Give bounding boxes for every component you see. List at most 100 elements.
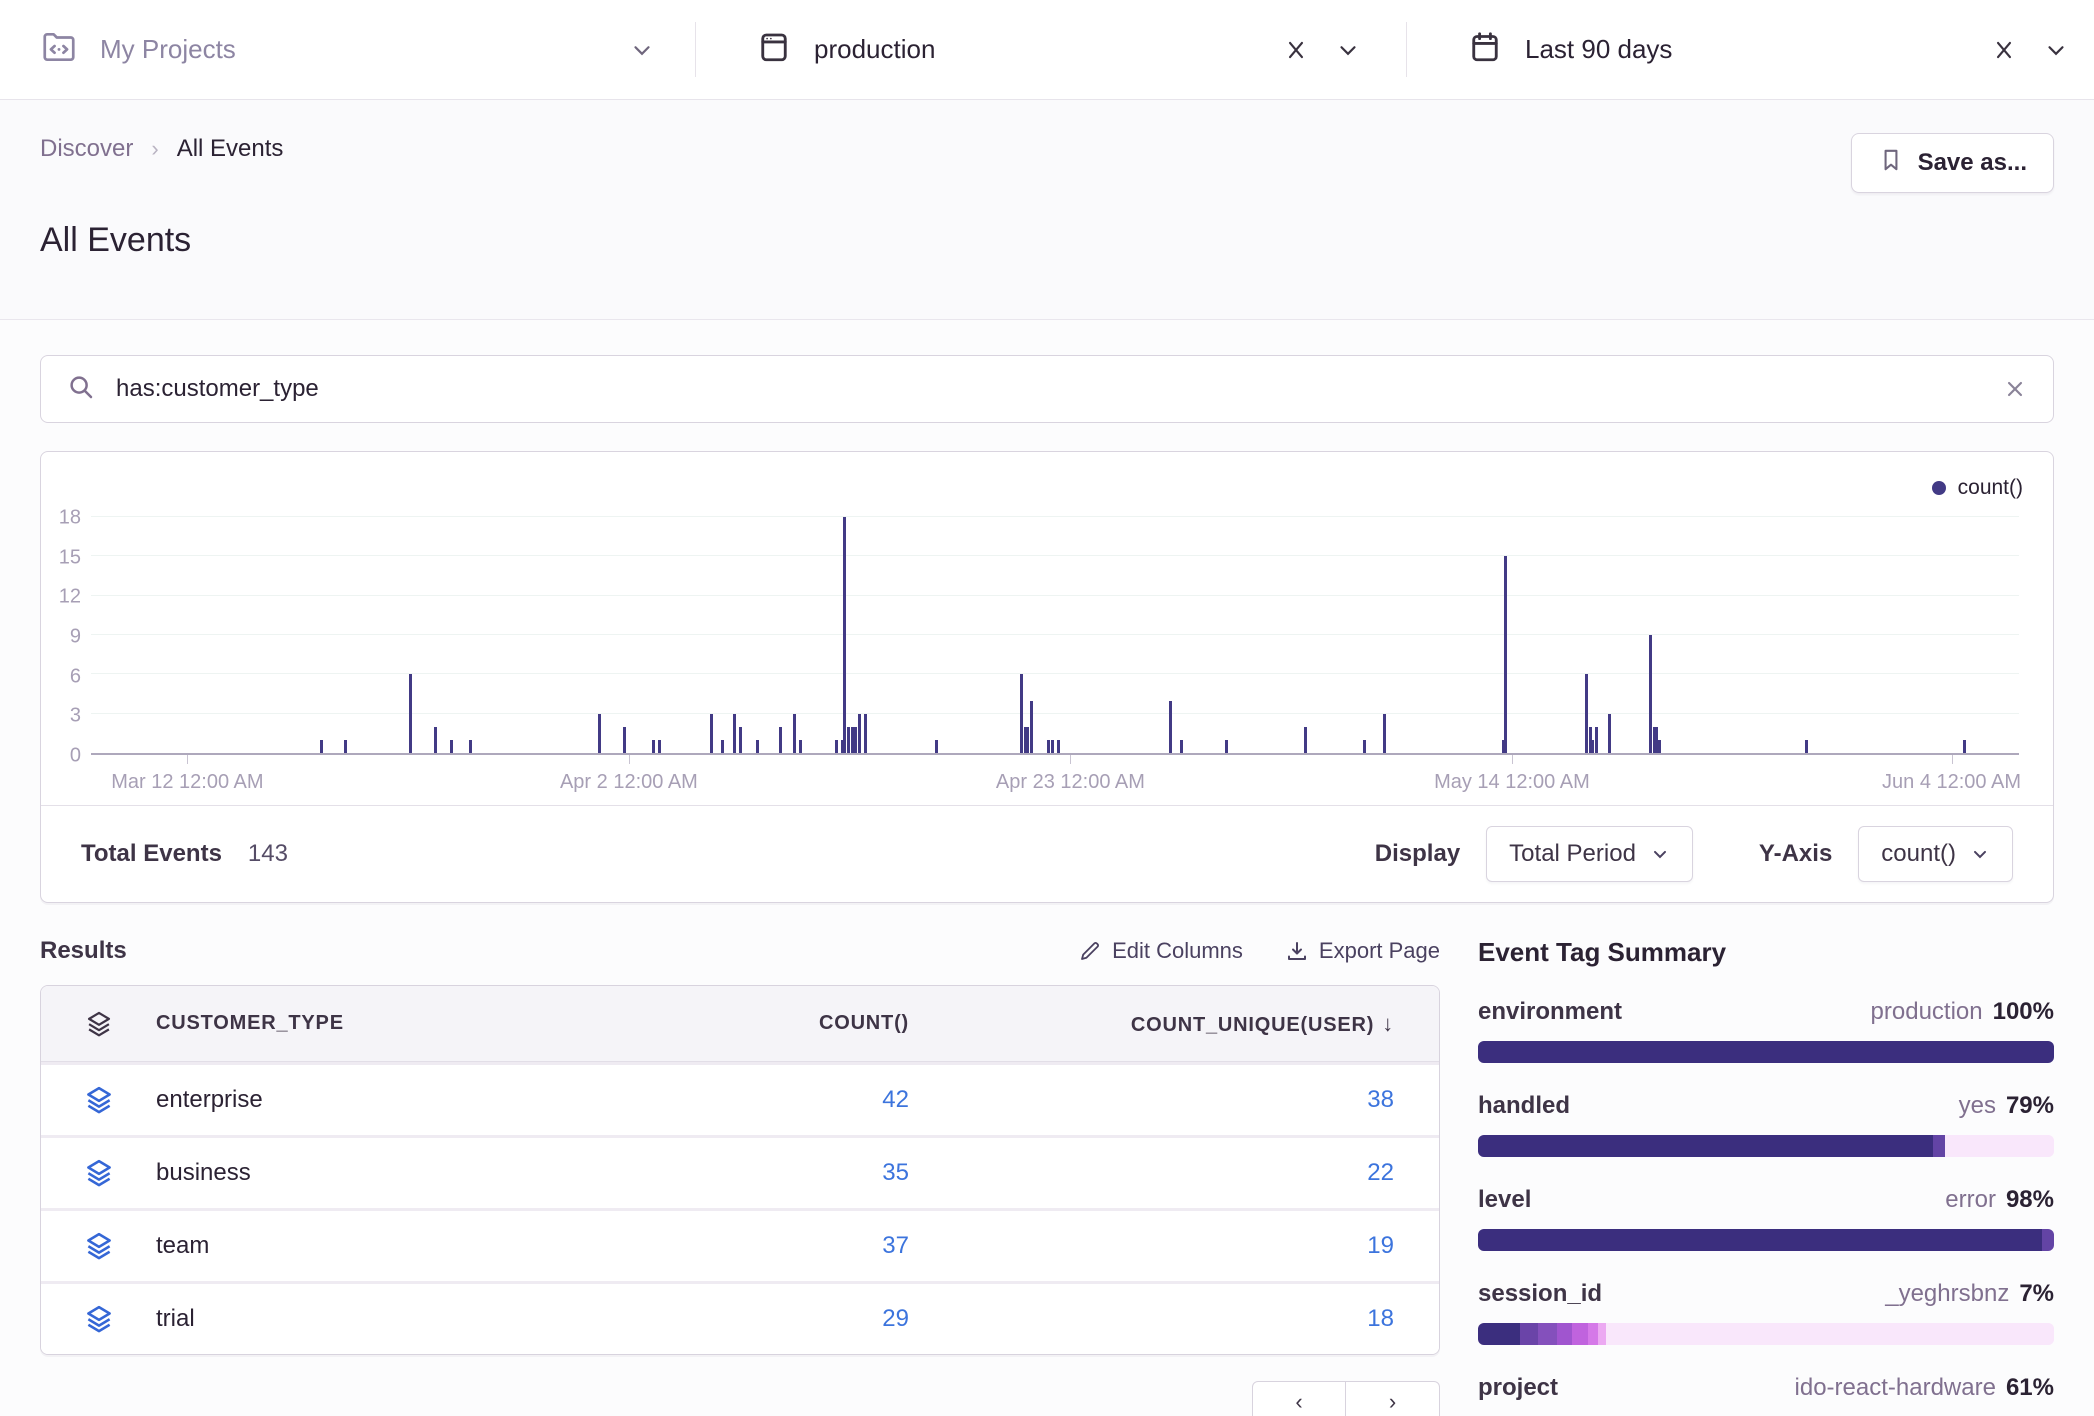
chart-bar[interactable] bbox=[1585, 674, 1588, 753]
project-chevron-down-icon[interactable] bbox=[629, 37, 655, 63]
chart-bar[interactable] bbox=[1169, 701, 1172, 753]
table-row[interactable]: team3719 bbox=[41, 1208, 1439, 1281]
export-page-button[interactable]: Export Page bbox=[1285, 938, 1440, 964]
display-dropdown[interactable]: Total Period bbox=[1486, 826, 1693, 882]
chart-bar[interactable] bbox=[793, 714, 796, 753]
chart-bar[interactable] bbox=[1608, 714, 1611, 753]
chart-plot[interactable] bbox=[91, 504, 2019, 755]
chart-bar[interactable] bbox=[1051, 740, 1054, 753]
chart-bar[interactable] bbox=[469, 740, 472, 753]
chart-bar[interactable] bbox=[1383, 714, 1386, 753]
chart-bar[interactable] bbox=[935, 740, 938, 753]
column-header-customer-type[interactable]: CUSTOMER_TYPE bbox=[156, 1012, 594, 1035]
tag-bar-segment[interactable] bbox=[1945, 1135, 2054, 1157]
cell-count[interactable]: 35 bbox=[594, 1159, 954, 1187]
tag-bar-segment[interactable] bbox=[2042, 1229, 2054, 1251]
breadcrumb-discover-link[interactable]: Discover bbox=[40, 135, 133, 163]
tag-bar-segment[interactable] bbox=[1478, 1323, 1520, 1345]
chart-bar[interactable] bbox=[1026, 727, 1029, 753]
yaxis-dropdown[interactable]: count() bbox=[1858, 826, 2013, 882]
chart-bar[interactable] bbox=[1805, 740, 1808, 753]
chart-bar[interactable] bbox=[799, 740, 802, 753]
chart-bar[interactable] bbox=[598, 714, 601, 753]
tag-distribution-bar[interactable] bbox=[1478, 1041, 2054, 1063]
tag-bar-segment[interactable] bbox=[1478, 1041, 2054, 1063]
chart-bar[interactable] bbox=[739, 727, 742, 753]
chart-bar[interactable] bbox=[851, 727, 854, 753]
tag-bar-segment[interactable] bbox=[1933, 1135, 1945, 1157]
chart-bar[interactable] bbox=[858, 714, 861, 753]
table-row[interactable]: business3522 bbox=[41, 1135, 1439, 1208]
tag-bar-segment[interactable] bbox=[1557, 1323, 1573, 1345]
tag-bar-segment[interactable] bbox=[1520, 1323, 1538, 1345]
chart-bar[interactable] bbox=[1304, 727, 1307, 753]
chart-bar[interactable] bbox=[1047, 740, 1050, 753]
pagination-next-button[interactable]: › bbox=[1346, 1381, 1440, 1416]
chart-bar[interactable] bbox=[1020, 674, 1023, 753]
column-header-count-unique-user[interactable]: COUNT_UNIQUE(USER)↓ bbox=[954, 1011, 1439, 1037]
cell-count[interactable]: 42 bbox=[594, 1086, 954, 1114]
chart-bar[interactable] bbox=[756, 740, 759, 753]
chart-bar[interactable] bbox=[733, 714, 736, 753]
search-clear-icon[interactable] bbox=[2002, 376, 2028, 402]
search-input[interactable] bbox=[116, 375, 1982, 403]
chart-legend[interactable]: count() bbox=[41, 452, 2053, 504]
table-row[interactable]: enterprise4238 bbox=[41, 1062, 1439, 1135]
tag-bar-segment[interactable] bbox=[1606, 1323, 2054, 1345]
pagination-prev-button[interactable]: ‹ bbox=[1252, 1381, 1346, 1416]
tag-bar-segment[interactable] bbox=[1588, 1323, 1598, 1345]
tag-bar-segment[interactable] bbox=[1598, 1323, 1606, 1345]
chart-bar[interactable] bbox=[710, 714, 713, 753]
project-selector[interactable]: My Projects bbox=[0, 0, 695, 99]
chart-bar[interactable] bbox=[835, 740, 838, 753]
cell-count-unique-user[interactable]: 22 bbox=[954, 1159, 1439, 1187]
environment-chevron-down-icon[interactable] bbox=[1335, 37, 1361, 63]
edit-columns-button[interactable]: Edit Columns bbox=[1078, 938, 1243, 964]
chart-bar[interactable] bbox=[721, 740, 724, 753]
tag-bar-segment[interactable] bbox=[1538, 1323, 1556, 1345]
tag-bar-segment[interactable] bbox=[1478, 1229, 2042, 1251]
chart-bar[interactable] bbox=[779, 727, 782, 753]
chart-bar[interactable] bbox=[1225, 740, 1228, 753]
chart-bar[interactable] bbox=[1363, 740, 1366, 753]
chart-bar[interactable] bbox=[652, 740, 655, 753]
chart-bar[interactable] bbox=[1649, 635, 1652, 753]
chart-bar[interactable] bbox=[1591, 740, 1594, 753]
chart-bar[interactable] bbox=[1655, 727, 1658, 753]
table-row[interactable]: trial2918 bbox=[41, 1281, 1439, 1354]
chart-bar[interactable] bbox=[1504, 556, 1507, 753]
environment-selector[interactable]: production bbox=[696, 0, 1406, 99]
chart-bar[interactable] bbox=[847, 727, 850, 753]
tag-distribution-bar[interactable] bbox=[1478, 1229, 2054, 1251]
chart-bar[interactable] bbox=[450, 740, 453, 753]
save-as-button[interactable]: Save as... bbox=[1851, 133, 2054, 193]
chart-bar[interactable] bbox=[409, 674, 412, 753]
chart-bar[interactable] bbox=[864, 714, 867, 753]
column-header-count[interactable]: COUNT() bbox=[594, 1012, 954, 1035]
tag-bar-segment[interactable] bbox=[1572, 1323, 1588, 1345]
tag-distribution-bar[interactable] bbox=[1478, 1323, 2054, 1345]
chart-bar[interactable] bbox=[1963, 740, 1966, 753]
chart-bar[interactable] bbox=[434, 727, 437, 753]
chart-bar[interactable] bbox=[843, 517, 846, 753]
chart-bar[interactable] bbox=[658, 740, 661, 753]
chart-bar[interactable] bbox=[1030, 701, 1033, 753]
date-chevron-down-icon[interactable] bbox=[2043, 37, 2069, 63]
chart-bar[interactable] bbox=[1057, 740, 1060, 753]
cell-count-unique-user[interactable]: 19 bbox=[954, 1232, 1439, 1260]
chart-bar[interactable] bbox=[320, 740, 323, 753]
tag-distribution-bar[interactable] bbox=[1478, 1135, 2054, 1157]
chart-bar[interactable] bbox=[623, 727, 626, 753]
cell-count-unique-user[interactable]: 18 bbox=[954, 1305, 1439, 1333]
chart-bar[interactable] bbox=[1658, 740, 1661, 753]
cell-count-unique-user[interactable]: 38 bbox=[954, 1086, 1439, 1114]
chart-bar[interactable] bbox=[1180, 740, 1183, 753]
cell-count[interactable]: 37 bbox=[594, 1232, 954, 1260]
chart-bar[interactable] bbox=[344, 740, 347, 753]
environment-clear-icon[interactable] bbox=[1283, 37, 1309, 63]
chart-bar[interactable] bbox=[854, 727, 857, 753]
date-range-selector[interactable]: Last 90 days bbox=[1407, 0, 2094, 99]
cell-count[interactable]: 29 bbox=[594, 1305, 954, 1333]
chart-bar[interactable] bbox=[1595, 727, 1598, 753]
date-clear-icon[interactable] bbox=[1991, 37, 2017, 63]
